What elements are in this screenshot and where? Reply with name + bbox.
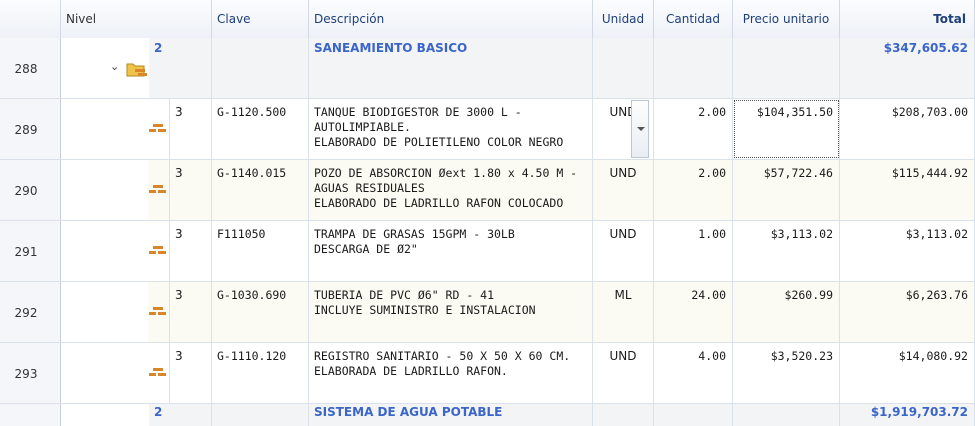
item-row[interactable]: 290 3 G-1140.015 POZO DE ABSORCION Øext 1.8…: [0, 160, 975, 221]
unidad-cell[interactable]: ML: [593, 282, 654, 342]
level-cell[interactable]: 3: [170, 221, 212, 281]
group-row[interactable]: 288 ⌄ 2 SANEAMIENTO BASICO $347,605.62: [0, 38, 975, 99]
description-cell[interactable]: TRAMPA DE GRASAS 15GPM - 30LB DESCARGA D…: [309, 221, 593, 281]
item-row[interactable]: 292 3 G-1030.690 TUBERIA DE PVC Ø6" RD - 41…: [0, 282, 975, 343]
tree-icon-cell: [148, 160, 170, 220]
clave-cell[interactable]: [212, 404, 309, 426]
total-cell[interactable]: $14,080.92: [840, 343, 975, 403]
tree-indent: [61, 99, 148, 159]
precio-cell[interactable]: $260.99: [733, 282, 840, 342]
tree-indent: [61, 160, 148, 220]
total-cell[interactable]: $6,263.76: [840, 282, 975, 342]
row-indicator-header[interactable]: [0, 0, 61, 38]
description-cell[interactable]: SISTEMA DE AGUA POTABLE: [309, 404, 593, 426]
row-number: 289: [14, 123, 38, 137]
chevron-down-icon[interactable]: ⌄: [110, 60, 119, 73]
unidad-cell[interactable]: [593, 404, 654, 426]
row-number: 290: [14, 184, 38, 198]
clave-cell[interactable]: F111050: [212, 221, 309, 281]
unidad-dropdown-button[interactable]: [631, 100, 649, 158]
level-cell[interactable]: 2: [149, 404, 212, 426]
tree-icon-cell: [148, 221, 170, 281]
brick-item-icon: [149, 368, 166, 377]
cantidad-cell[interactable]: 24.00: [654, 282, 733, 342]
level-cell[interactable]: 3: [170, 99, 212, 159]
header-unidad[interactable]: Unidad: [593, 0, 654, 38]
description-cell[interactable]: TANQUE BIODIGESTOR DE 3000 L - AUTOLIMPI…: [309, 99, 593, 159]
total-cell[interactable]: $3,113.02: [840, 221, 975, 281]
tree-icon-cell: [148, 282, 170, 342]
tree-icon-cell: [148, 99, 170, 159]
row-number: 291: [14, 245, 38, 259]
level-cell[interactable]: 3: [170, 160, 212, 220]
cantidad-cell[interactable]: [654, 404, 733, 426]
description-cell[interactable]: SANEAMIENTO BASICO: [309, 38, 593, 98]
clave-cell[interactable]: [212, 38, 309, 98]
header-total[interactable]: Total: [840, 0, 975, 38]
folder-group-icon: [126, 63, 147, 77]
level-cell[interactable]: 3: [170, 343, 212, 403]
brick-item-icon: [149, 246, 166, 255]
tree-indent: [61, 221, 148, 281]
item-row[interactable]: 289 3 G-1120.500 TANQUE BIODIGESTOR DE 3000…: [0, 99, 975, 160]
brick-item-icon: [149, 124, 166, 133]
brick-item-icon: [149, 185, 166, 194]
header-precio-unitario[interactable]: Precio unitario: [733, 0, 840, 38]
total-cell[interactable]: $347,605.62: [840, 38, 975, 98]
cantidad-cell[interactable]: 2.00: [654, 99, 733, 159]
total-cell[interactable]: $1,919,703.72: [840, 404, 975, 426]
tree-indent: [61, 282, 148, 342]
header-clave[interactable]: Clave: [212, 0, 309, 38]
tree-indent: [61, 404, 149, 426]
tree-indent: [61, 343, 148, 403]
unidad-cell[interactable]: UND: [593, 160, 654, 220]
precio-cell[interactable]: $3,113.02: [733, 221, 840, 281]
unidad-cell[interactable]: [593, 38, 654, 98]
focused-cell-outline: [734, 100, 839, 158]
clave-cell[interactable]: G-1030.690: [212, 282, 309, 342]
cantidad-cell[interactable]: 2.00: [654, 160, 733, 220]
precio-cell[interactable]: $57,722.46: [733, 160, 840, 220]
row-indicator: 289: [0, 99, 61, 159]
tree-icon-cell: [148, 343, 170, 403]
item-row[interactable]: 293 3 G-1110.120 REGISTRO SANITARIO - 50 X …: [0, 343, 975, 404]
precio-cell[interactable]: [733, 38, 840, 98]
header-cantidad[interactable]: Cantidad: [654, 0, 733, 38]
clave-cell[interactable]: G-1140.015: [212, 160, 309, 220]
level-cell[interactable]: 3: [170, 282, 212, 342]
group-row[interactable]: 2 SISTEMA DE AGUA POTABLE $1,919,703.72: [0, 404, 975, 426]
total-cell[interactable]: $115,444.92: [840, 160, 975, 220]
item-row[interactable]: 291 3 F111050 TRAMPA DE GRASAS 15GPM - 30LB…: [0, 221, 975, 282]
budget-grid: Nivel Clave Descripción Unidad Cantidad …: [0, 0, 975, 426]
row-indicator: 288: [0, 38, 61, 98]
row-number: 288: [14, 62, 38, 76]
clave-cell[interactable]: G-1120.500: [212, 99, 309, 159]
row-indicator: 290: [0, 160, 61, 220]
unidad-cell[interactable]: UND: [593, 221, 654, 281]
total-cell[interactable]: $208,703.00: [840, 99, 975, 159]
brick-item-icon: [149, 307, 166, 316]
level-cell[interactable]: 2: [149, 38, 212, 98]
cantidad-cell[interactable]: 4.00: [654, 343, 733, 403]
cantidad-cell[interactable]: [654, 38, 733, 98]
row-indicator: [0, 404, 61, 426]
row-indicator: 293: [0, 343, 61, 403]
header-nivel[interactable]: Nivel: [61, 0, 212, 38]
description-cell[interactable]: TUBERIA DE PVC Ø6" RD - 41 INCLUYE SUMIN…: [309, 282, 593, 342]
row-number: 292: [14, 306, 38, 320]
precio-cell[interactable]: $3,520.23: [733, 343, 840, 403]
precio-cell[interactable]: [733, 404, 840, 426]
clave-cell[interactable]: G-1110.120: [212, 343, 309, 403]
unidad-cell[interactable]: UND: [593, 343, 654, 403]
column-header-row: Nivel Clave Descripción Unidad Cantidad …: [0, 0, 975, 39]
cantidad-cell[interactable]: 1.00: [654, 221, 733, 281]
description-cell[interactable]: REGISTRO SANITARIO - 50 X 50 X 60 CM. EL…: [309, 343, 593, 403]
row-indicator: 291: [0, 221, 61, 281]
row-number: 293: [14, 367, 38, 381]
row-indicator: 292: [0, 282, 61, 342]
header-descripcion[interactable]: Descripción: [309, 0, 593, 38]
description-cell[interactable]: POZO DE ABSORCION Øext 1.80 x 4.50 M - A…: [309, 160, 593, 220]
